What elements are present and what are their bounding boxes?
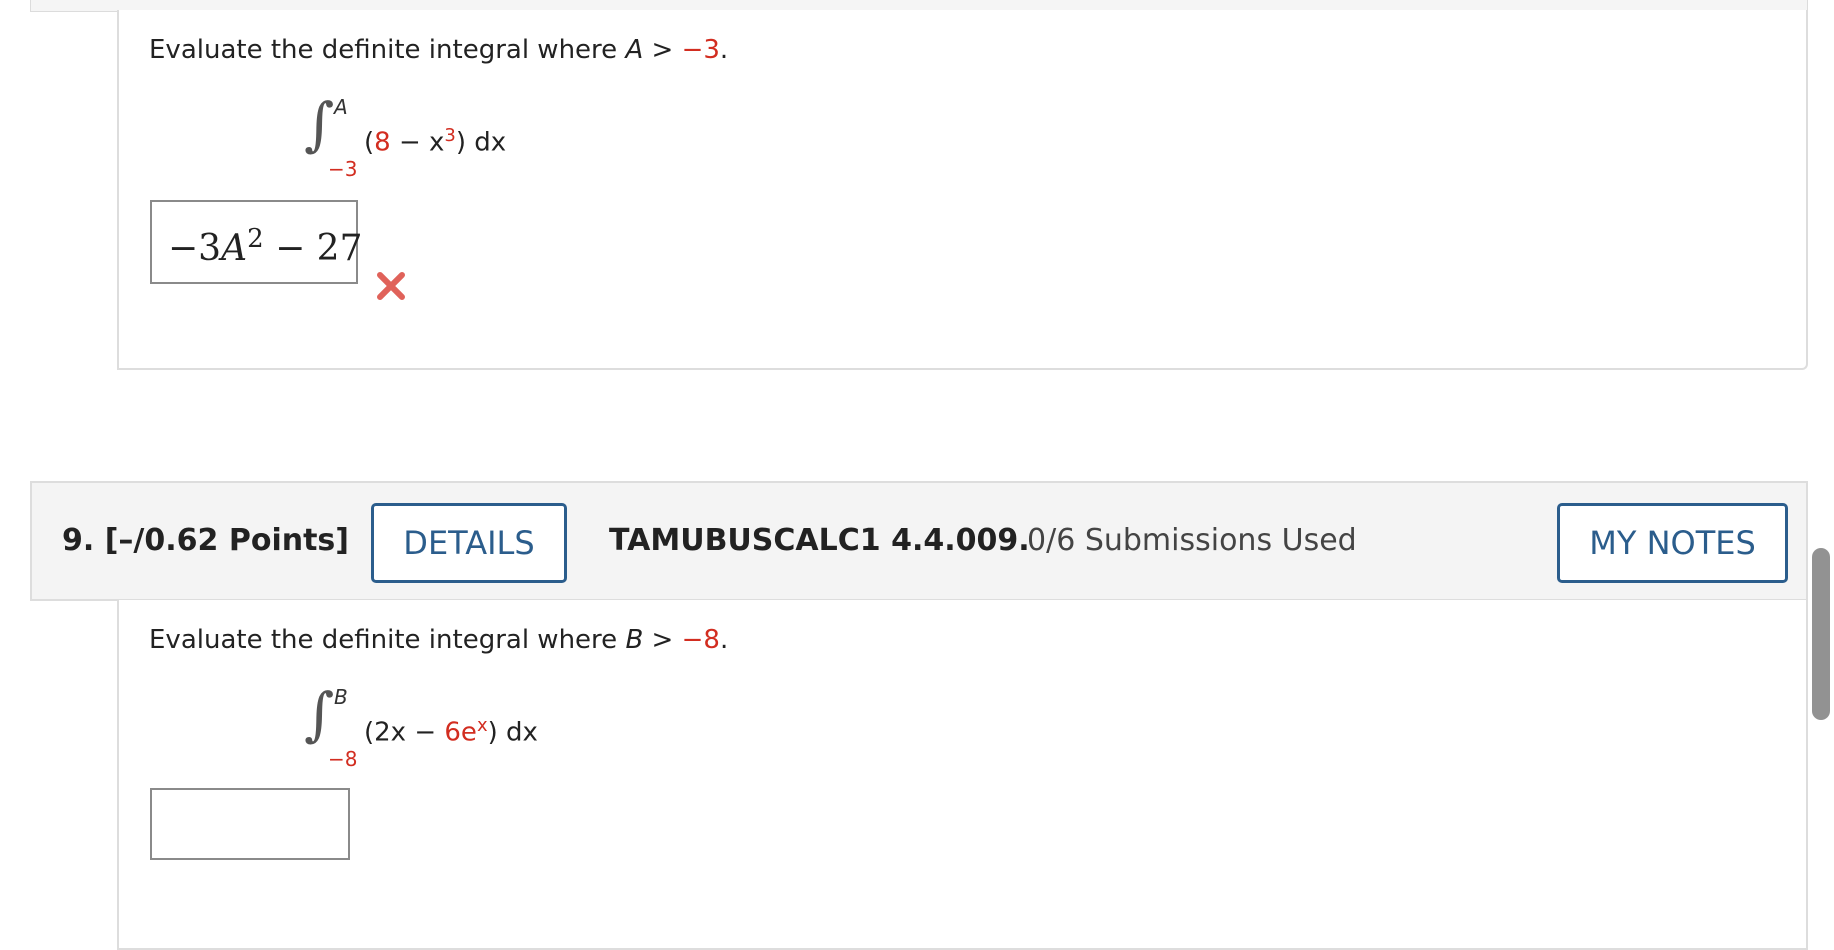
- integral-lower-limit: −3: [328, 157, 358, 181]
- previous-integral-expression: ∫ A −3 (8 − x3) dx: [304, 95, 564, 190]
- incorrect-x-icon: [377, 272, 405, 300]
- integral-sign-icon: ∫: [304, 90, 335, 158]
- previous-answer-value: −3A2 − 27: [168, 224, 363, 269]
- integrand: (2x − 6ex) dx: [364, 715, 538, 748]
- current-question-prompt: Evaluate the definite integral where B >…: [149, 625, 729, 655]
- answer-input[interactable]: [150, 788, 350, 860]
- previous-question-body: Evaluate the definite integral where A >…: [117, 10, 1808, 370]
- integral-upper-limit: B: [334, 685, 348, 709]
- current-question-body: Evaluate the definite integral where B >…: [117, 600, 1808, 950]
- scrollbar-thumb[interactable]: [1812, 548, 1830, 720]
- question-header: 9. [–/0.62 Points] DETAILS TAMUBUSCALC1 …: [30, 481, 1808, 601]
- my-notes-button[interactable]: MY NOTES: [1557, 503, 1788, 583]
- question-number-points: 9. [–/0.62 Points]: [62, 523, 349, 558]
- integral-lower-limit: −8: [328, 747, 358, 771]
- integral-sign-icon: ∫: [304, 680, 335, 748]
- previous-answer-field[interactable]: −3A2 − 27: [150, 200, 362, 284]
- previous-question-prompt: Evaluate the definite integral where A >…: [149, 35, 729, 65]
- submissions-used: 0/6 Submissions Used: [1027, 523, 1357, 558]
- integral-upper-limit: A: [334, 95, 348, 119]
- integrand: (8 − x3) dx: [364, 125, 507, 158]
- question-code: TAMUBUSCALC1 4.4.009.: [609, 523, 1030, 558]
- details-button[interactable]: DETAILS: [371, 503, 567, 583]
- current-integral-expression: ∫ B −8 (2x − 6ex) dx: [304, 685, 604, 780]
